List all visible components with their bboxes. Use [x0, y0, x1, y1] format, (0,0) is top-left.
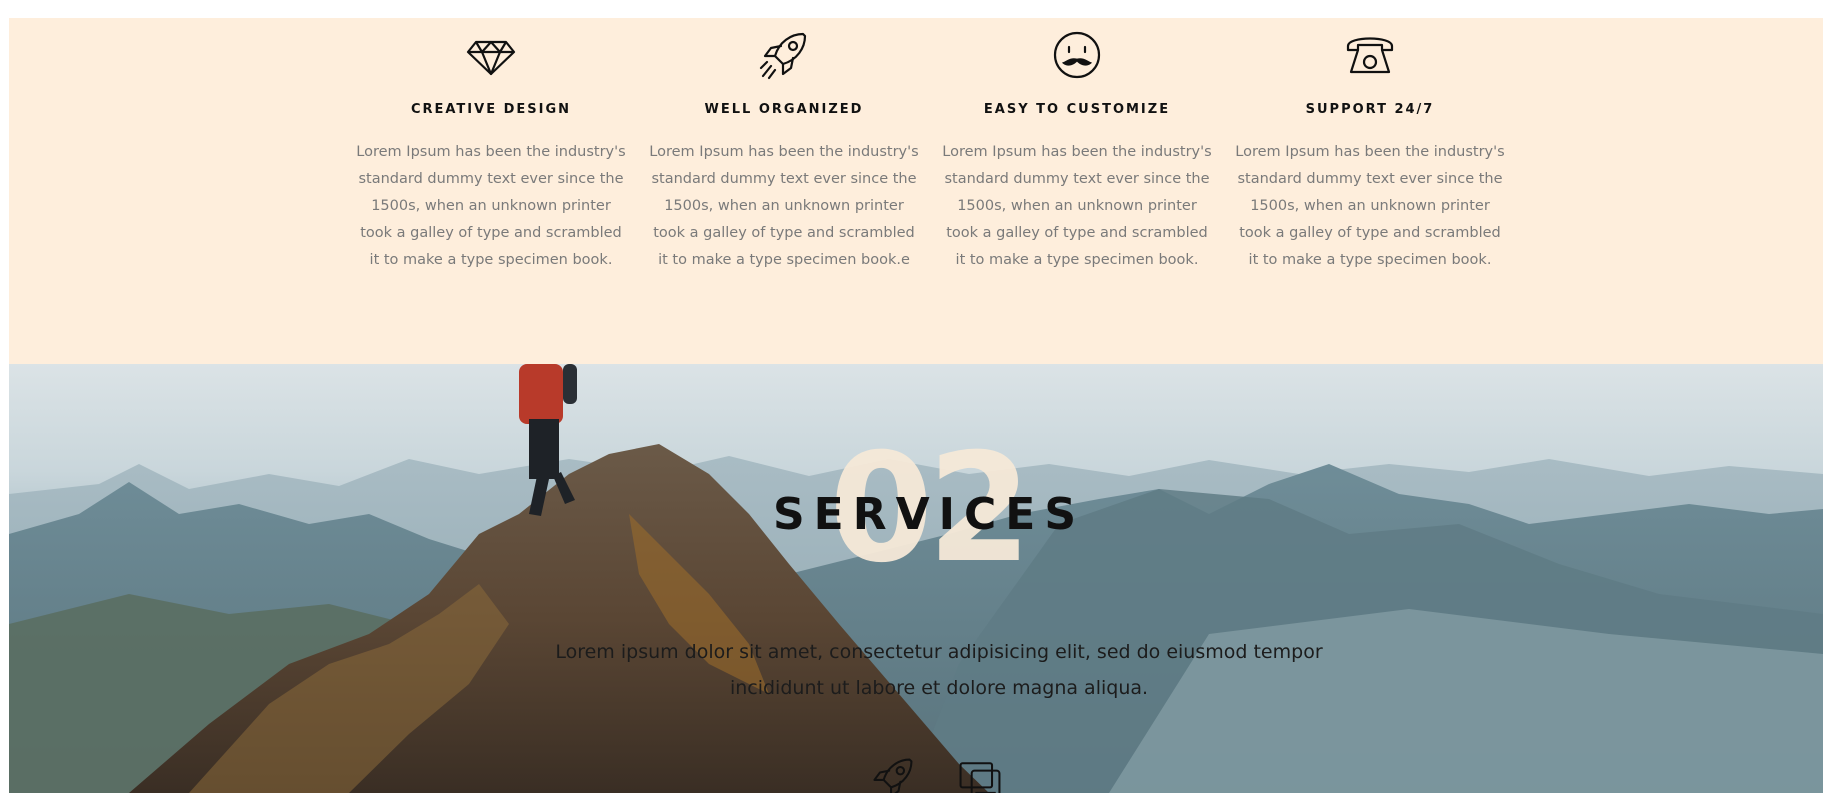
telephone-icon [1343, 28, 1397, 82]
feature-title: EASY TO CUSTOMIZE [983, 102, 1171, 117]
feature-easy-to-customize: EASY TO CUSTOMIZE Lorem Ipsum has been t… [942, 18, 1212, 274]
feature-title: CREATIVE DESIGN [410, 102, 572, 117]
section-title: SERVICES [772, 489, 1086, 540]
services-section: 02 SERVICES Lorem ipsum dolor sit amet, … [9, 364, 1823, 793]
feature-text: Lorem Ipsum has been the industry's stan… [649, 144, 919, 268]
features-section: CREATIVE DESIGN Lorem Ipsum has been the… [9, 18, 1823, 364]
devices-icon [955, 754, 1005, 793]
diamond-icon [464, 28, 518, 82]
feature-support: SUPPORT 24/7 Lorem Ipsum has been the in… [1235, 18, 1505, 274]
rocket-icon [757, 28, 811, 82]
feature-creative-design: CREATIVE DESIGN Lorem Ipsum has been the… [356, 18, 626, 274]
feature-well-organized: WELL ORGANIZED Lorem Ipsum has been the … [649, 18, 919, 274]
feature-title: WELL ORGANIZED [704, 102, 864, 117]
section-description: Lorem ipsum dolor sit amet, consectetur … [555, 641, 1323, 699]
feature-text: Lorem Ipsum has been the industry's stan… [356, 144, 626, 268]
feature-text: Lorem Ipsum has been the industry's stan… [942, 144, 1212, 268]
feature-text: Lorem Ipsum has been the industry's stan… [1235, 144, 1505, 268]
feature-title: SUPPORT 24/7 [1305, 102, 1435, 117]
rocket-icon [867, 754, 917, 793]
mustache-face-icon [1050, 28, 1104, 82]
